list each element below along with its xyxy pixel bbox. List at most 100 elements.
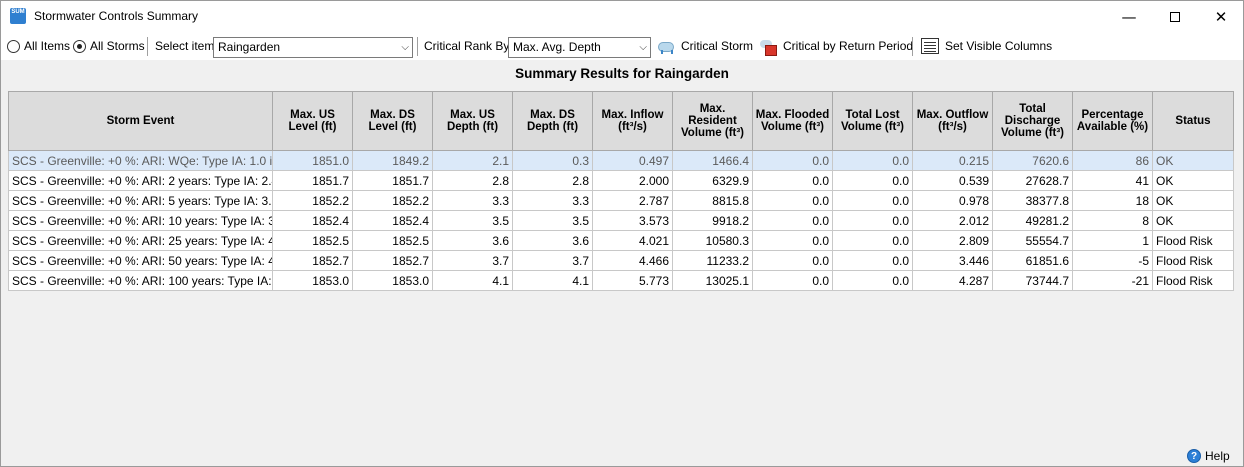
column-header[interactable]: Total Discharge Volume (ft³) <box>992 91 1073 151</box>
value-cell[interactable]: 1852.7 <box>272 250 353 271</box>
value-cell[interactable]: 18 <box>1072 190 1153 211</box>
value-cell[interactable]: 0.0 <box>832 170 913 191</box>
value-cell[interactable]: 2.809 <box>912 230 993 251</box>
storm-event-cell[interactable]: SCS - Greenville: +0 %: ARI: 50 years: T… <box>8 250 273 271</box>
column-header[interactable]: Status <box>1152 91 1234 151</box>
set-visible-columns-button[interactable]: Set Visible Columns <box>921 32 1052 60</box>
value-cell[interactable]: 1466.4 <box>672 150 753 171</box>
value-cell[interactable]: 0.0 <box>752 230 833 251</box>
maximize-button[interactable] <box>1152 1 1198 32</box>
value-cell[interactable]: 1851.7 <box>352 170 433 191</box>
column-header[interactable]: Percentage Available (%) <box>1072 91 1153 151</box>
status-cell[interactable]: OK <box>1152 150 1234 171</box>
value-cell[interactable]: 2.000 <box>592 170 673 191</box>
value-cell[interactable]: 1852.7 <box>352 250 433 271</box>
storm-event-cell[interactable]: SCS - Greenville: +0 %: ARI: 25 years: T… <box>8 230 273 251</box>
value-cell[interactable]: 0.0 <box>752 150 833 171</box>
value-cell[interactable]: 0.0 <box>832 270 913 291</box>
value-cell[interactable]: 0.0 <box>752 270 833 291</box>
value-cell[interactable]: 1852.5 <box>352 230 433 251</box>
value-cell[interactable]: 61851.6 <box>992 250 1073 271</box>
value-cell[interactable]: 3.6 <box>512 230 593 251</box>
value-cell[interactable]: 0.0 <box>832 250 913 271</box>
all-storms-radio[interactable]: All Storms <box>73 32 145 60</box>
select-item-combo[interactable]: Raingarden ⌵ <box>213 37 413 58</box>
table-row[interactable]: SCS - Greenville: +0 %: ARI: 50 years: T… <box>8 250 1234 271</box>
value-cell[interactable]: 0.0 <box>752 250 833 271</box>
column-header[interactable]: Max. US Depth (ft) <box>432 91 513 151</box>
storm-event-cell[interactable]: SCS - Greenville: +0 %: ARI: 10 years: T… <box>8 210 273 231</box>
column-header[interactable]: Max. US Level (ft) <box>272 91 353 151</box>
value-cell[interactable]: 0.0 <box>832 150 913 171</box>
value-cell[interactable]: 0.0 <box>752 190 833 211</box>
value-cell[interactable]: 1852.4 <box>272 210 353 231</box>
help-button[interactable]: ? Help <box>1187 447 1230 465</box>
value-cell[interactable]: 1851.7 <box>272 170 353 191</box>
value-cell[interactable]: 2.8 <box>432 170 513 191</box>
value-cell[interactable]: -21 <box>1072 270 1153 291</box>
storm-event-cell[interactable]: SCS - Greenville: +0 %: ARI: 100 years: … <box>8 270 273 291</box>
status-cell[interactable]: Flood Risk <box>1152 270 1234 291</box>
column-header[interactable]: Max. DS Depth (ft) <box>512 91 593 151</box>
table-row[interactable]: SCS - Greenville: +0 %: ARI: 2 years: Ty… <box>8 170 1234 191</box>
close-button[interactable]: ✕ <box>1198 1 1244 32</box>
value-cell[interactable]: 1853.0 <box>352 270 433 291</box>
column-header[interactable]: Max. Outflow (ft³/s) <box>912 91 993 151</box>
value-cell[interactable]: 1852.4 <box>352 210 433 231</box>
critical-rank-combo[interactable]: Max. Avg. Depth ⌵ <box>508 37 651 58</box>
table-row[interactable]: SCS - Greenville: +0 %: ARI: 100 years: … <box>8 270 1234 291</box>
value-cell[interactable]: 0.215 <box>912 150 993 171</box>
status-cell[interactable]: Flood Risk <box>1152 230 1234 251</box>
table-row[interactable]: SCS - Greenville: +0 %: ARI: 25 years: T… <box>8 230 1234 251</box>
value-cell[interactable]: 1 <box>1072 230 1153 251</box>
value-cell[interactable]: 41 <box>1072 170 1153 191</box>
column-header[interactable]: Max. Resident Volume (ft³) <box>672 91 753 151</box>
value-cell[interactable]: 4.1 <box>432 270 513 291</box>
value-cell[interactable]: 10580.3 <box>672 230 753 251</box>
value-cell[interactable]: 73744.7 <box>992 270 1073 291</box>
critical-return-period-button[interactable]: Critical by Return Period <box>759 32 913 60</box>
value-cell[interactable]: 3.573 <box>592 210 673 231</box>
table-row[interactable]: SCS - Greenville: +0 %: ARI: WQe: Type I… <box>8 150 1234 171</box>
value-cell[interactable]: 0.539 <box>912 170 993 191</box>
value-cell[interactable]: 2.1 <box>432 150 513 171</box>
column-header[interactable]: Max. Inflow (ft³/s) <box>592 91 673 151</box>
value-cell[interactable]: 2.8 <box>512 170 593 191</box>
title-bar[interactable]: SUM Stormwater Controls Summary — ✕ <box>1 1 1243 32</box>
table-row[interactable]: SCS - Greenville: +0 %: ARI: 5 years: Ty… <box>8 190 1234 211</box>
value-cell[interactable]: 1852.5 <box>272 230 353 251</box>
value-cell[interactable]: 3.7 <box>512 250 593 271</box>
value-cell[interactable]: 1853.0 <box>272 270 353 291</box>
storm-event-cell[interactable]: SCS - Greenville: +0 %: ARI: 5 years: Ty… <box>8 190 273 211</box>
value-cell[interactable]: 3.7 <box>432 250 513 271</box>
value-cell[interactable]: 86 <box>1072 150 1153 171</box>
value-cell[interactable]: 0.0 <box>832 230 913 251</box>
value-cell[interactable]: 27628.7 <box>992 170 1073 191</box>
value-cell[interactable]: 4.287 <box>912 270 993 291</box>
column-header[interactable]: Total Lost Volume (ft³) <box>832 91 913 151</box>
value-cell[interactable]: 8815.8 <box>672 190 753 211</box>
value-cell[interactable]: 3.5 <box>512 210 593 231</box>
value-cell[interactable]: 0.0 <box>752 170 833 191</box>
value-cell[interactable]: 1849.2 <box>352 150 433 171</box>
storm-event-cell[interactable]: SCS - Greenville: +0 %: ARI: 2 years: Ty… <box>8 170 273 191</box>
value-cell[interactable]: 2.787 <box>592 190 673 211</box>
status-cell[interactable]: OK <box>1152 190 1234 211</box>
value-cell[interactable]: 3.6 <box>432 230 513 251</box>
column-header[interactable]: Max. Flooded Volume (ft³) <box>752 91 833 151</box>
value-cell[interactable]: 49281.2 <box>992 210 1073 231</box>
column-header[interactable]: Storm Event <box>8 91 273 151</box>
minimize-button[interactable]: — <box>1106 1 1152 32</box>
value-cell[interactable]: 3.3 <box>432 190 513 211</box>
value-cell[interactable]: 3.5 <box>432 210 513 231</box>
value-cell[interactable]: 7620.6 <box>992 150 1073 171</box>
value-cell[interactable]: 0.0 <box>832 190 913 211</box>
value-cell[interactable]: 1851.0 <box>272 150 353 171</box>
value-cell[interactable]: 9918.2 <box>672 210 753 231</box>
value-cell[interactable]: 1852.2 <box>272 190 353 211</box>
value-cell[interactable]: 0.978 <box>912 190 993 211</box>
value-cell[interactable]: 1852.2 <box>352 190 433 211</box>
column-header[interactable]: Max. DS Level (ft) <box>352 91 433 151</box>
value-cell[interactable]: 0.0 <box>752 210 833 231</box>
value-cell[interactable]: 0.497 <box>592 150 673 171</box>
